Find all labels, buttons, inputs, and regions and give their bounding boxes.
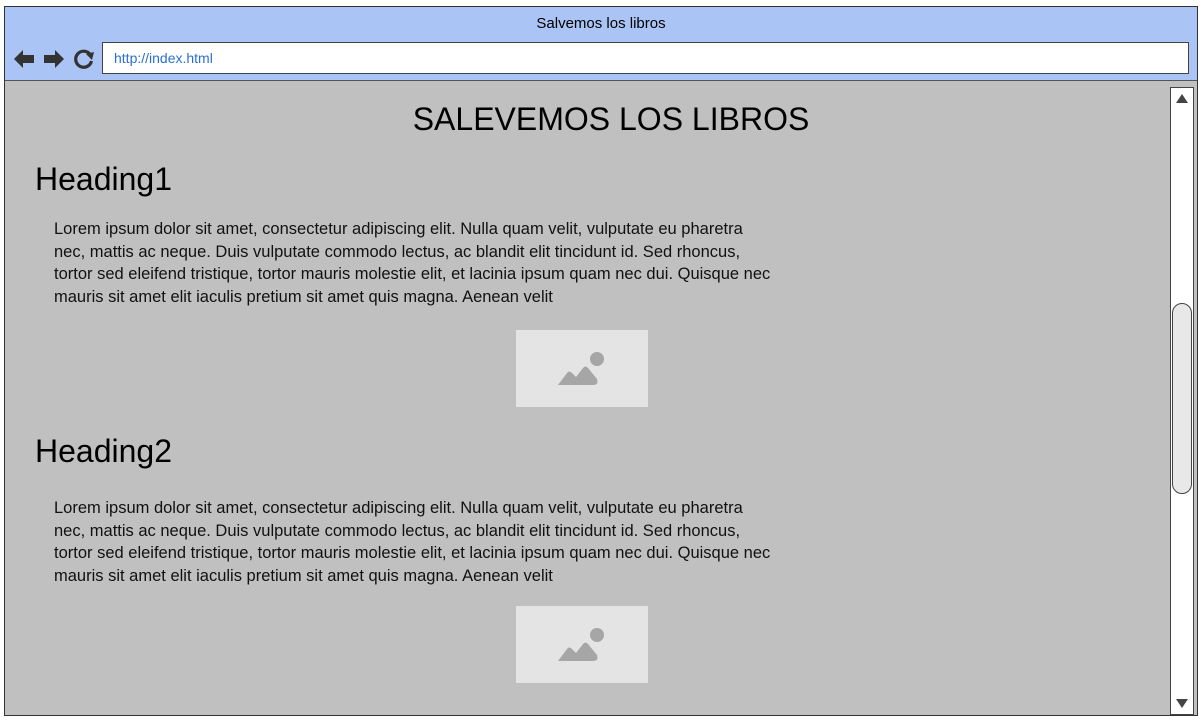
page-title: SALEVEMOS LOS LIBROS [412,101,810,137]
page-content: SALEVEMOS LOS LIBROS Heading1 Lorem ipsu… [5,81,1169,715]
vertical-scrollbar[interactable] [1170,87,1194,715]
scroll-up-button[interactable] [1172,88,1192,108]
triangle-down-icon [1176,699,1188,708]
section-body-2: Lorem ipsum dolor sit amet, consectetur … [54,499,771,586]
image-placeholder-icon [558,627,604,661]
forward-button[interactable] [42,47,66,71]
arrow-left-icon [14,50,34,68]
image-placeholder-1 [516,330,648,407]
section-heading-1: Heading1 [35,161,172,197]
section-heading-2: Heading2 [35,433,172,469]
reload-button[interactable] [72,47,96,71]
arrow-right-icon [44,50,64,68]
window-title: Salvemos los libros [536,15,666,32]
triangle-up-icon [1176,94,1188,103]
image-placeholder-icon [558,351,604,385]
image-placeholder-2 [516,606,648,683]
url-bar[interactable]: http://index.html [102,42,1189,74]
browser-chrome: Salvemos los libros http://index.html [5,7,1197,81]
scrollbar-thumb[interactable] [1172,303,1192,494]
browser-window: Salvemos los libros http://index.html SA… [4,6,1198,716]
reload-icon [74,49,94,69]
section-body-1: Lorem ipsum dolor sit amet, consectetur … [54,220,771,307]
back-button[interactable] [12,47,36,71]
scroll-down-button[interactable] [1172,694,1192,714]
